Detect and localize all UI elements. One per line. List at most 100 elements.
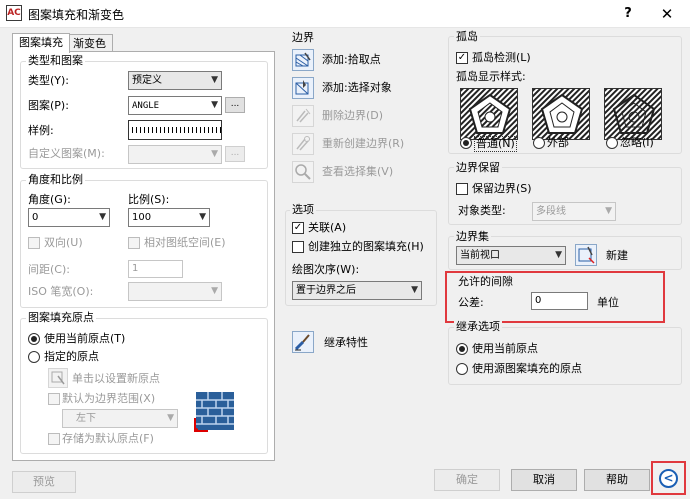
inherit-options-heading: 继承选项 [454, 320, 502, 333]
magnifier-icon [295, 164, 311, 180]
swatch-preview[interactable] [128, 120, 222, 140]
store-default-label: 存储为默认原点(F) [62, 432, 154, 445]
help-button[interactable]: 帮助 [584, 469, 650, 491]
iso-pen-select[interactable]: ▼ [128, 282, 222, 301]
app-icon: AC [6, 5, 22, 21]
spacing-input[interactable]: 1 [128, 260, 183, 278]
specified-origin-radio[interactable] [28, 351, 40, 363]
chevron-down-icon: ▼ [605, 206, 612, 216]
type-select[interactable]: 预定义 ▼ [128, 71, 222, 90]
use-current-origin-radio[interactable] [28, 333, 40, 345]
new-set-icon [578, 246, 595, 264]
cancel-button[interactable]: 取消 [511, 469, 577, 491]
retain-boundaries-checkbox[interactable] [456, 183, 468, 195]
view-selections-label: 查看选择集(V) [322, 165, 394, 178]
angle-select[interactable]: 0 ▼ [28, 208, 110, 227]
island-ignore-label: 忽略(I) [620, 136, 654, 149]
double-checkbox[interactable] [28, 237, 40, 249]
ok-button[interactable]: 确定 [434, 469, 500, 491]
chevron-down-icon: ▼ [99, 212, 106, 222]
pattern-browse-button[interactable]: ... [225, 97, 245, 113]
inherit-source-origin-label: 使用源图案填充的原点 [472, 362, 582, 375]
island-normal-radio[interactable] [460, 137, 472, 149]
associative-checkbox[interactable]: ✓ [292, 222, 304, 234]
store-default-checkbox[interactable] [48, 433, 60, 445]
tolerance-input[interactable]: 0 [531, 292, 588, 310]
chevron-down-icon: ▼ [167, 413, 174, 423]
iso-pen-label: ISO 笔宽(O): [28, 285, 94, 298]
island-normal-label: 普通(N) [474, 136, 517, 152]
double-label: 双向(U) [44, 236, 83, 249]
new-boundary-set-button[interactable] [575, 244, 597, 266]
chevron-down-icon: ▼ [211, 286, 218, 296]
island-normal-preview[interactable] [460, 88, 518, 140]
island-outer-preview[interactable] [532, 88, 590, 140]
pattern-label: 图案(P): [28, 99, 69, 112]
boundary-set-select[interactable]: 当前视口 ▼ [456, 246, 566, 265]
origin-position-value: 左下 [76, 413, 96, 424]
angle-label: 角度(G): [28, 193, 71, 206]
inherit-properties-button[interactable] [292, 331, 314, 353]
help-icon[interactable]: ? [618, 4, 638, 24]
island-ignore-preview[interactable] [604, 88, 662, 140]
retain-boundaries-label: 保留边界(S) [472, 182, 532, 195]
new-boundary-set-label: 新建 [606, 249, 628, 262]
inherit-current-origin-radio[interactable] [456, 343, 468, 355]
pick-point-icon [295, 52, 311, 67]
separate-hatches-label: 创建独立的图案填充(H) [308, 240, 424, 253]
scale-value: 100 [132, 212, 152, 223]
object-type-label: 对象类型: [458, 204, 506, 217]
draw-order-label: 绘图次序(W): [292, 263, 360, 276]
separate-hatches-checkbox[interactable] [292, 241, 304, 253]
custom-browse-button[interactable]: ... [225, 146, 245, 162]
boundary-set-value: 当前视口 [460, 250, 500, 261]
draw-order-select[interactable]: 置于边界之后 ▼ [292, 281, 422, 300]
preview-button[interactable]: 预览 [12, 471, 76, 493]
remove-boundary-icon [296, 108, 311, 123]
chevron-down-icon: ▼ [211, 100, 218, 110]
tab-hatch[interactable]: 图案填充 [12, 33, 70, 53]
add-select-objects-button[interactable] [292, 77, 314, 99]
inherit-current-origin-label: 使用当前原点 [472, 342, 538, 355]
recreate-boundary-icon [296, 136, 310, 151]
pattern-value: ANGLE [132, 101, 160, 111]
scale-select[interactable]: 100 ▼ [128, 208, 210, 227]
inherit-source-origin-radio[interactable] [456, 363, 468, 375]
pattern-select[interactable]: ANGLE ▼ [128, 96, 222, 115]
click-origin-label: 单击以设置新原点 [72, 372, 160, 385]
click-origin-button[interactable] [48, 368, 68, 388]
add-pick-points-button[interactable] [292, 49, 314, 71]
custom-pattern-select[interactable]: ▼ [128, 145, 222, 164]
window-title: 图案填充和渐变色 [28, 8, 125, 22]
island-ignore-radio[interactable] [606, 137, 618, 149]
type-label: 类型(Y): [28, 74, 70, 87]
origin-position-select[interactable]: 左下 ▼ [62, 409, 178, 428]
associative-label: 关联(A) [308, 221, 347, 234]
island-detection-checkbox[interactable]: ✓ [456, 52, 468, 64]
custom-pattern-label: 自定义图案(M): [28, 147, 105, 160]
crosshair-icon [51, 371, 65, 385]
chevron-down-icon: ▼ [211, 75, 218, 85]
collapse-arrow-icon[interactable]: < [659, 469, 678, 488]
island-outer-radio[interactable] [533, 137, 545, 149]
object-type-select[interactable]: 多段线 ▼ [532, 202, 616, 221]
swatch-label: 样例: [28, 124, 54, 137]
tolerance-label: 公差: [458, 296, 484, 309]
object-type-value: 多段线 [536, 206, 566, 217]
select-objects-icon [295, 80, 309, 95]
close-icon[interactable]: ✕ [656, 4, 678, 24]
recreate-boundary-button[interactable] [292, 133, 314, 155]
relative-paper-checkbox[interactable] [128, 237, 140, 249]
view-selections-button[interactable] [292, 161, 314, 183]
boundaries-heading: 边界 [292, 31, 314, 44]
chevron-down-icon: ▼ [211, 149, 218, 159]
remove-boundaries-button[interactable] [292, 105, 314, 127]
default-extents-checkbox[interactable] [48, 393, 60, 405]
origin-heading: 图案填充原点 [26, 311, 96, 324]
type-pattern-heading: 类型和图案 [26, 54, 85, 67]
tab-gradient[interactable]: 渐变色 [66, 34, 113, 52]
draw-order-value: 置于边界之后 [296, 285, 356, 296]
relative-paper-label: 相对图纸空间(E) [144, 236, 226, 249]
brush-icon [294, 334, 310, 351]
remove-boundaries-label: 删除边界(D) [322, 109, 384, 122]
